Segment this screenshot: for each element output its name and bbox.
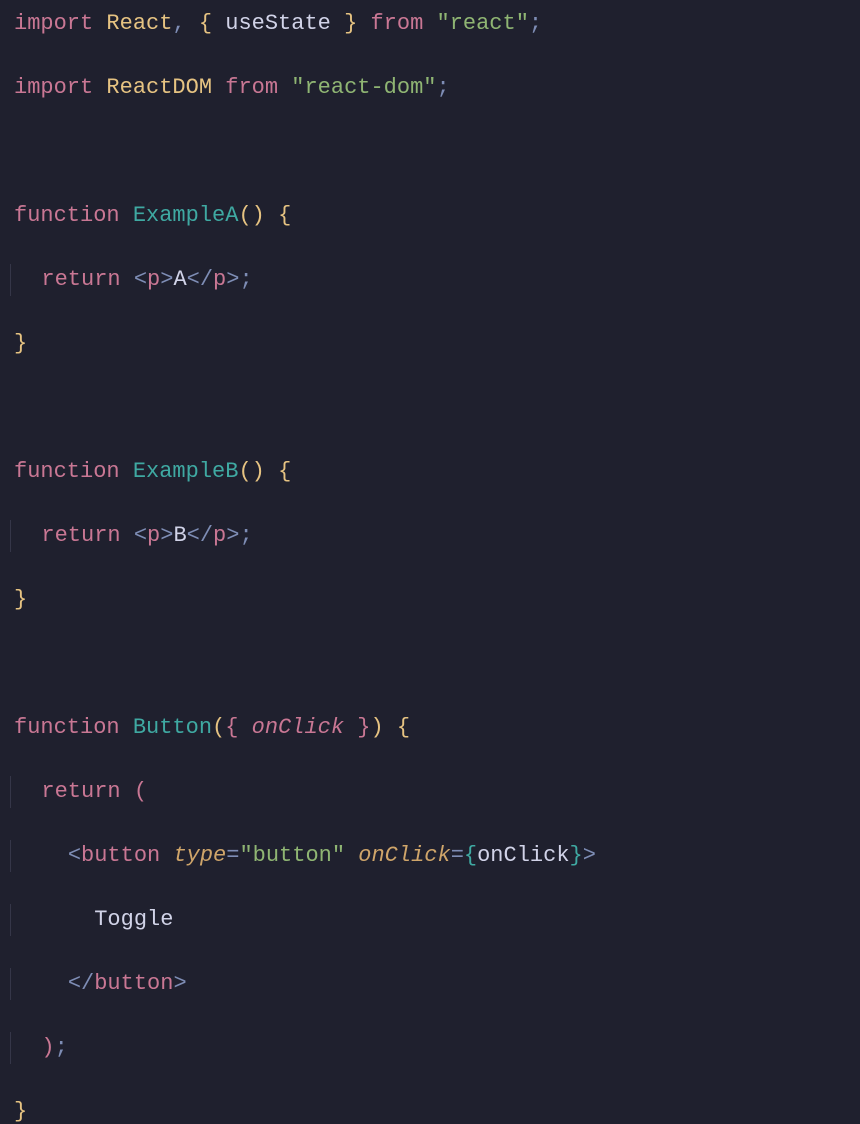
code-line: import ReactDOM from "react-dom";	[10, 72, 850, 104]
code-line	[10, 136, 850, 168]
code-line: );	[10, 1032, 850, 1064]
code-line: function Button({ onClick }) {	[10, 712, 850, 744]
code-line: return <p>B</p>;	[10, 520, 850, 552]
code-line: }	[10, 584, 850, 616]
code-line: function ExampleA() {	[10, 200, 850, 232]
code-block: import React, { useState } from "react";…	[0, 0, 860, 1124]
code-line: Toggle	[10, 904, 850, 936]
code-line	[10, 392, 850, 424]
code-line: return (	[10, 776, 850, 808]
code-line	[10, 648, 850, 680]
code-line: return <p>A</p>;	[10, 264, 850, 296]
code-line: }	[10, 1096, 850, 1124]
code-line: }	[10, 328, 850, 360]
code-line: function ExampleB() {	[10, 456, 850, 488]
code-line: import React, { useState } from "react";	[10, 8, 850, 40]
code-line: </button>	[10, 968, 850, 1000]
code-line: <button type="button" onClick={onClick}>	[10, 840, 850, 872]
